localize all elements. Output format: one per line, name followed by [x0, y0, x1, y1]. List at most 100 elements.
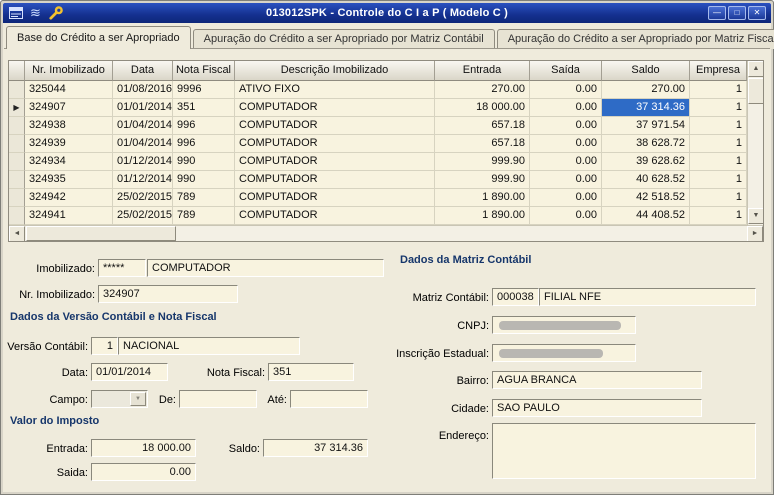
close-button[interactable]: ✕ — [748, 6, 766, 20]
grid-cell[interactable]: 01/04/2014 — [113, 135, 173, 153]
grid-cell[interactable]: 1 890.00 — [435, 189, 530, 207]
grid-cell[interactable]: 996 — [173, 117, 235, 135]
column-header[interactable]: Entrada — [435, 61, 530, 81]
column-header[interactable]: Data — [113, 61, 173, 81]
grid-cell[interactable]: 999.90 — [435, 153, 530, 171]
grid-cell[interactable]: 324934 — [25, 153, 113, 171]
grid-cell[interactable]: 01/04/2014 — [113, 117, 173, 135]
grid-cell[interactable]: 324941 — [25, 207, 113, 225]
grid-cell[interactable]: 1 — [690, 135, 747, 153]
grid-cell[interactable]: 40 628.52 — [602, 171, 690, 189]
grid-cell[interactable]: 0.00 — [530, 135, 602, 153]
title-bar[interactable]: ≋ 013012SPK - Controle do C I a P ( Mode… — [3, 3, 771, 23]
grid-cell[interactable]: 270.00 — [602, 81, 690, 99]
matriz-contabil-code-field[interactable]: 000038 — [492, 288, 539, 306]
versao-contabil-code-field[interactable]: 1 — [91, 337, 118, 355]
ate-field[interactable] — [290, 390, 368, 408]
grid-cell[interactable]: 25/02/2015 — [113, 189, 173, 207]
column-header[interactable]: Empresa — [690, 61, 747, 81]
cidade-field[interactable]: SAO PAULO — [492, 399, 702, 417]
scroll-right-button[interactable]: ► — [747, 226, 763, 241]
grid-cell[interactable]: 324935 — [25, 171, 113, 189]
data-field[interactable]: 01/01/2014 — [91, 363, 168, 381]
grid-cell[interactable]: 01/08/2016 — [113, 81, 173, 99]
grid-cell[interactable]: 324907 — [25, 99, 113, 117]
column-header[interactable]: Nr. Imobilizado — [25, 61, 113, 81]
grid-cell[interactable]: 996 — [173, 135, 235, 153]
column-header[interactable]: Saída — [530, 61, 602, 81]
horizontal-scrollbar[interactable]: ◄ ► — [9, 225, 763, 241]
grid-cell[interactable]: 325044 — [25, 81, 113, 99]
imobilizado-code-field[interactable]: ***** — [98, 259, 146, 277]
row-indicator[interactable] — [9, 135, 25, 153]
imobilizado-desc-field[interactable]: COMPUTADOR — [147, 259, 384, 277]
grid-cell[interactable]: 18 000.00 — [435, 99, 530, 117]
grid-cell[interactable]: ATIVO FIXO — [235, 81, 435, 99]
endereco-field[interactable] — [492, 423, 756, 479]
scroll-down-button[interactable]: ▼ — [748, 208, 763, 224]
grid-cell[interactable]: 25/02/2015 — [113, 207, 173, 225]
grid-cell[interactable]: 37 314.36 — [602, 99, 690, 117]
saida-field[interactable]: 0.00 — [91, 463, 196, 481]
grid-cell[interactable]: 0.00 — [530, 99, 602, 117]
grid-cell[interactable]: 0.00 — [530, 207, 602, 225]
grid-cell[interactable]: 0.00 — [530, 189, 602, 207]
nr-imobilizado-field[interactable]: 324907 — [98, 285, 238, 303]
grid-cell[interactable]: COMPUTADOR — [235, 171, 435, 189]
grid-cell[interactable]: 01/01/2014 — [113, 99, 173, 117]
grid-cell[interactable]: 44 408.52 — [602, 207, 690, 225]
grid-cell[interactable]: 324942 — [25, 189, 113, 207]
grid-cell[interactable]: COMPUTADOR — [235, 117, 435, 135]
campo-combobox[interactable]: ▼ — [91, 390, 148, 408]
grid-cell[interactable]: 37 971.54 — [602, 117, 690, 135]
nota-fiscal-field[interactable]: 351 — [268, 363, 354, 381]
horizontal-scroll-thumb[interactable] — [26, 226, 176, 241]
grid-cell[interactable]: 0.00 — [530, 153, 602, 171]
scroll-left-button[interactable]: ◄ — [9, 226, 25, 241]
row-indicator[interactable] — [9, 153, 25, 171]
grid-cell[interactable]: 324939 — [25, 135, 113, 153]
grid-cell[interactable]: 351 — [173, 99, 235, 117]
minimize-button[interactable]: — — [708, 6, 726, 20]
row-indicator[interactable] — [9, 81, 25, 99]
grid-cell[interactable]: 657.18 — [435, 117, 530, 135]
entrada-field[interactable]: 18 000.00 — [91, 439, 196, 457]
row-indicator[interactable] — [9, 117, 25, 135]
row-indicator[interactable] — [9, 207, 25, 225]
versao-contabil-desc-field[interactable]: NACIONAL — [118, 337, 300, 355]
grid-cell[interactable]: COMPUTADOR — [235, 135, 435, 153]
scroll-up-button[interactable]: ▲ — [748, 61, 763, 77]
row-indicator[interactable]: ▶ — [9, 99, 25, 117]
grid-cell[interactable]: COMPUTADOR — [235, 207, 435, 225]
maximize-button[interactable]: □ — [728, 6, 746, 20]
grid-cell[interactable]: 9996 — [173, 81, 235, 99]
de-field[interactable] — [179, 390, 257, 408]
grid-cell[interactable]: 1 — [690, 189, 747, 207]
grid-cell[interactable]: 270.00 — [435, 81, 530, 99]
grid-cell[interactable]: 01/12/2014 — [113, 171, 173, 189]
cnpj-field[interactable] — [492, 316, 636, 334]
grid-cell[interactable]: 1 — [690, 153, 747, 171]
grid-cell[interactable]: 01/12/2014 — [113, 153, 173, 171]
matriz-contabil-desc-field[interactable]: FILIAL NFE — [539, 288, 756, 306]
saldo-field[interactable]: 37 314.36 — [263, 439, 368, 457]
vertical-scroll-thumb[interactable] — [748, 78, 763, 104]
grid-cell[interactable]: 324938 — [25, 117, 113, 135]
grid-cell[interactable]: 789 — [173, 207, 235, 225]
tab-apuracao-matriz-contabil[interactable]: Apuração do Crédito a ser Apropriado por… — [192, 29, 495, 49]
grid-cell[interactable]: 1 890.00 — [435, 207, 530, 225]
grid-cell[interactable]: 38 628.72 — [602, 135, 690, 153]
grid-cell[interactable]: COMPUTADOR — [235, 189, 435, 207]
grid-cell[interactable]: COMPUTADOR — [235, 153, 435, 171]
grid-cell[interactable]: 0.00 — [530, 117, 602, 135]
tab-apuracao-matriz-fiscal[interactable]: Apuração do Crédito a ser Apropriado por… — [496, 29, 774, 49]
row-indicator[interactable] — [9, 171, 25, 189]
grid-cell[interactable]: 1 — [690, 207, 747, 225]
inscricao-estadual-field[interactable] — [492, 344, 636, 362]
grid-cell[interactable]: 1 — [690, 171, 747, 189]
grid-cell[interactable]: 990 — [173, 171, 235, 189]
row-indicator[interactable] — [9, 189, 25, 207]
column-header[interactable]: Nota Fiscal — [173, 61, 235, 81]
grid-cell[interactable]: 39 628.62 — [602, 153, 690, 171]
column-header[interactable]: Descrição Imobilizado — [235, 61, 435, 81]
